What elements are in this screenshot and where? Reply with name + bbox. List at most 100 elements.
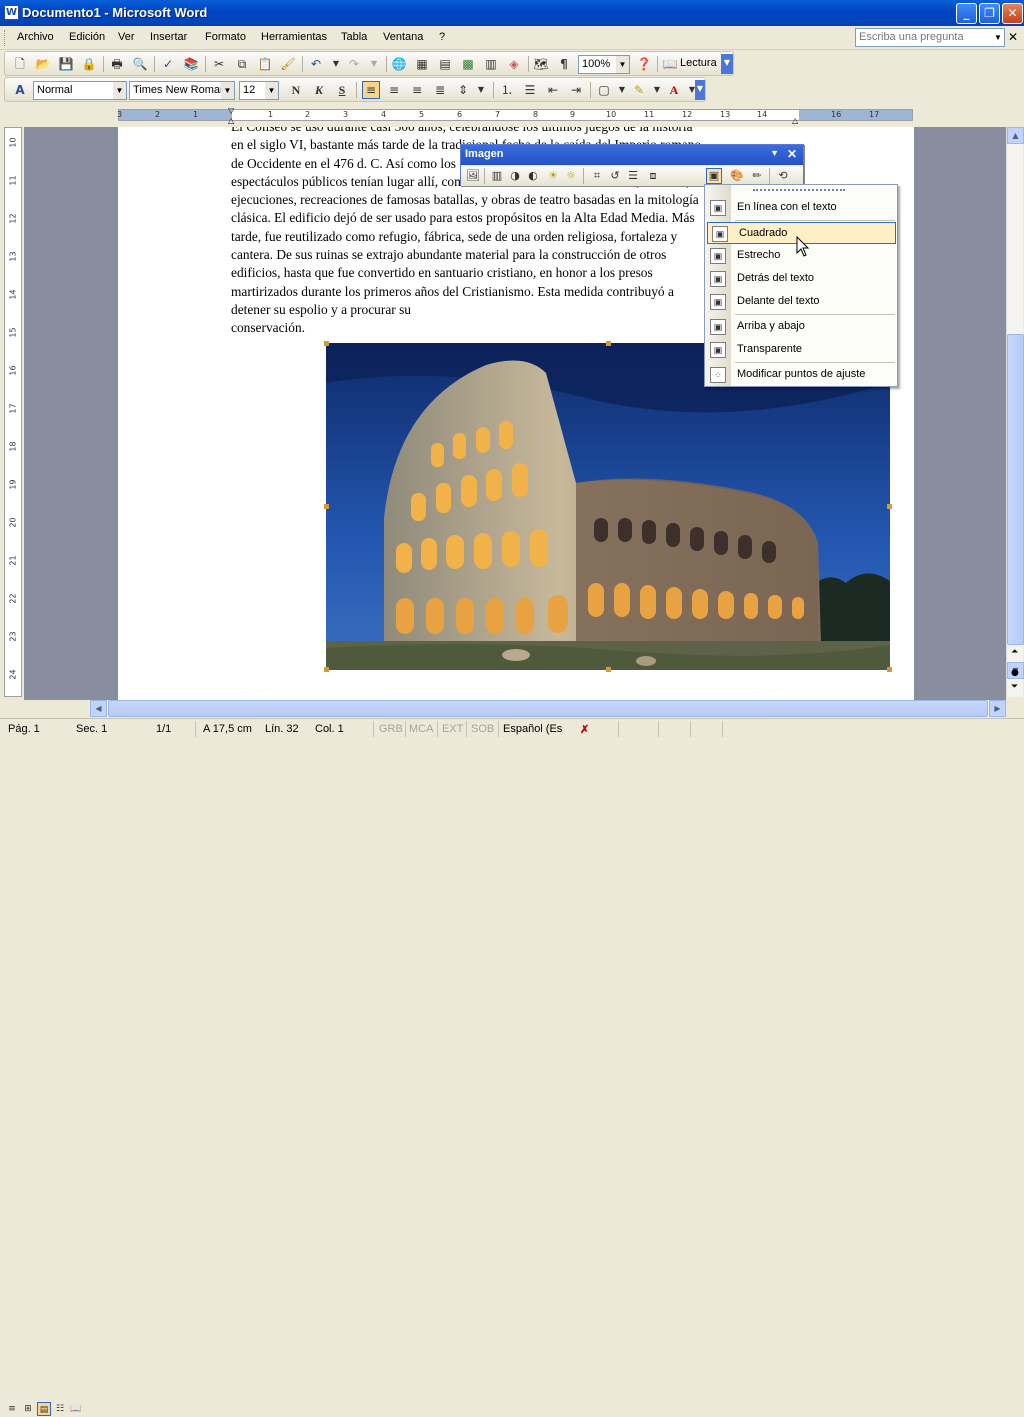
spelling-status-icon[interactable]: ✗ (580, 723, 589, 736)
underline-button[interactable]: S (333, 81, 351, 99)
drawing-icon[interactable]: ◈ (505, 55, 523, 73)
redo-icon[interactable]: ↷ (345, 55, 363, 73)
menu-grip[interactable] (753, 189, 845, 192)
line-spacing-icon[interactable]: ⇕ (454, 81, 472, 99)
outline-view-icon[interactable]: ☷ (53, 1402, 67, 1416)
redo-dropdown-icon[interactable]: ▼ (365, 55, 383, 73)
columns-icon[interactable]: ▥ (482, 55, 500, 73)
horizontal-ruler[interactable]: 3 2 1 1 2 3 4 5 6 7 8 9 10 11 12 13 14 1… (0, 104, 1024, 126)
cut-icon[interactable]: ✂ (210, 55, 228, 73)
previous-page-icon[interactable]: ⏶ (1011, 647, 1018, 657)
line-spacing-dropdown-icon[interactable]: ▼ (472, 81, 490, 99)
toolbar-options-icon[interactable]: ▼ (770, 148, 779, 158)
menu-formato[interactable]: Formato (205, 31, 246, 43)
menu-ventana[interactable]: Ventana (383, 31, 423, 43)
numbering-icon[interactable]: ⒈ (498, 81, 516, 99)
menu-tabla[interactable]: Tabla (341, 31, 367, 43)
document-map-icon[interactable]: 🗺 (532, 55, 550, 73)
font-size-select[interactable]: 12 ▼ (239, 81, 279, 100)
crop-icon[interactable]: ⌗ (589, 168, 605, 184)
copy-icon[interactable]: ⧉ (233, 55, 251, 73)
chevron-down-icon[interactable]: ▼ (992, 29, 1004, 46)
reset-picture-icon[interactable]: ⟲ (775, 168, 791, 184)
chevron-down-icon[interactable]: ▼ (221, 82, 234, 99)
align-center-icon[interactable]: ≡ (385, 81, 403, 99)
first-line-indent-marker[interactable]: ▽ (228, 106, 234, 115)
undo-dropdown-icon[interactable]: ▼ (327, 55, 345, 73)
read-icon[interactable]: 📖 (661, 55, 679, 73)
format-picture-icon[interactable]: 🎨 (729, 168, 745, 184)
menu-insertar[interactable]: Insertar (150, 31, 187, 43)
bold-button[interactable]: N (287, 81, 305, 99)
research-icon[interactable]: 📚 (182, 55, 200, 73)
chevron-down-icon[interactable]: ▼ (113, 82, 126, 99)
line-style-icon[interactable]: ☰ (625, 168, 641, 184)
resize-handle[interactable] (324, 341, 329, 346)
edit-wrap-points-item[interactable]: ⁘ Modificar puntos de ajuste (706, 364, 897, 386)
set-transparent-color-icon[interactable]: ✏ (749, 168, 765, 184)
new-document-icon[interactable]: 🗋 (11, 55, 29, 73)
status-language[interactable]: Español (Es (503, 723, 562, 735)
compress-pictures-icon[interactable]: ⧈ (645, 168, 661, 184)
chevron-down-icon[interactable]: ▼ (616, 56, 629, 73)
word-app-icon[interactable]: W (4, 5, 19, 20)
resize-handle[interactable] (606, 667, 611, 672)
zoom-select[interactable]: 100% ▼ (578, 55, 630, 74)
close-icon[interactable]: ✕ (787, 147, 797, 161)
undo-icon[interactable]: ↶ (307, 55, 325, 73)
maximize-button[interactable]: ❐ (979, 3, 1000, 24)
ask-question-input[interactable]: Escriba una pregunta ▼ (855, 28, 1005, 47)
resize-handle[interactable] (606, 341, 611, 346)
style-select[interactable]: Normal ▼ (33, 81, 127, 100)
highlight-dropdown-icon[interactable]: ▼ (648, 81, 666, 99)
toolbar-options-icon[interactable]: ▼ (721, 54, 733, 74)
scroll-left-icon[interactable]: ◀ (90, 700, 107, 717)
colosseum-image[interactable] (326, 343, 890, 670)
scroll-up-icon[interactable]: ▲ (1007, 127, 1024, 144)
wrap-through-item[interactable]: ▣ Transparente (706, 339, 897, 361)
horizontal-scrollbar[interactable]: ◀ ▶ (90, 700, 1006, 717)
left-indent-marker[interactable]: △ (228, 116, 234, 125)
status-grb[interactable]: GRB (379, 723, 403, 735)
picture-toolbar-header[interactable]: Imagen ▼ ✕ (461, 145, 803, 165)
vertical-scrollbar[interactable]: ▲ ▼ ⏶ ● ⏷ (1006, 127, 1024, 697)
wrap-inline-item[interactable]: ▣ En línea con el texto (706, 197, 897, 219)
minimize-button[interactable]: _ (956, 3, 977, 24)
resize-handle[interactable] (324, 504, 329, 509)
less-contrast-icon[interactable]: ◐ (525, 168, 541, 184)
borders-dropdown-icon[interactable]: ▼ (613, 81, 631, 99)
next-page-icon[interactable]: ⏷ (1011, 682, 1018, 692)
permission-icon[interactable]: 🔒 (80, 55, 98, 73)
hyperlink-icon[interactable]: 🌐 (390, 55, 408, 73)
more-contrast-icon[interactable]: ◑ (507, 168, 523, 184)
resize-handle[interactable] (887, 667, 892, 672)
web-view-icon[interactable]: ⊞ (21, 1402, 35, 1416)
rotate-left-icon[interactable]: ↺ (607, 168, 623, 184)
highlight-icon[interactable]: ✎ (630, 81, 648, 99)
tables-borders-icon[interactable]: ▦ (413, 55, 431, 73)
reading-mode-label[interactable]: Lectura (680, 57, 717, 69)
resize-handle[interactable] (324, 667, 329, 672)
document-close-icon[interactable]: ✕ (1008, 30, 1018, 44)
menu-ver[interactable]: Ver (118, 31, 135, 43)
wrap-behind-item[interactable]: ▣ Detrás del texto (706, 268, 897, 290)
print-preview-icon[interactable]: 🔍 (131, 55, 149, 73)
decrease-indent-icon[interactable]: ⇤ (544, 81, 562, 99)
italic-button[interactable]: K (310, 81, 328, 99)
borders-icon[interactable]: ▢ (595, 81, 613, 99)
print-icon[interactable]: 🖶 (108, 55, 126, 73)
picture-toolbar[interactable]: Imagen ▼ ✕ 🖼 ▥ ◑ ◐ ☀ ☼ ⌗ ↺ ☰ ⧈ ▣ 🎨 ✏ ⟲ (460, 144, 804, 186)
menu-herramientas[interactable]: Herramientas (261, 31, 327, 43)
vertical-scroll-thumb[interactable] (1007, 334, 1024, 645)
save-icon[interactable]: 💾 (57, 55, 75, 73)
increase-indent-icon[interactable]: ⇥ (567, 81, 585, 99)
format-painter-icon[interactable]: 🖌 (279, 55, 297, 73)
less-brightness-icon[interactable]: ☼ (563, 168, 579, 184)
show-formatting-icon[interactable]: ¶ (555, 55, 573, 73)
more-brightness-icon[interactable]: ☀ (545, 168, 561, 184)
menu-archivo[interactable]: Archivo (17, 31, 54, 43)
menu-edicion[interactable]: Edición (69, 31, 105, 43)
color-icon[interactable]: ▥ (489, 168, 505, 184)
reading-view-icon[interactable]: 📖 (69, 1402, 83, 1416)
close-button[interactable]: ✕ (1002, 3, 1023, 24)
